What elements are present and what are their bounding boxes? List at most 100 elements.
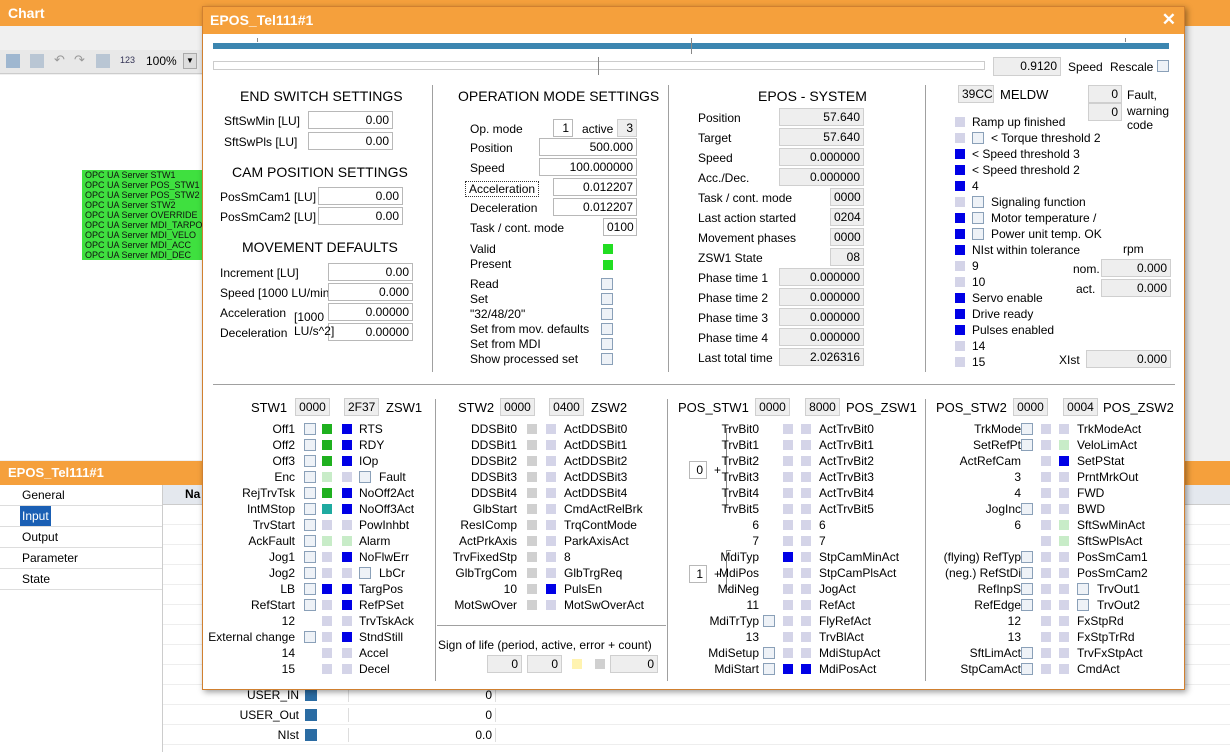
- save-icon[interactable]: [6, 54, 20, 68]
- stw1-ctl-0-checkbox[interactable]: [304, 423, 316, 435]
- nav-item-input[interactable]: Input: [0, 506, 162, 527]
- legend-entry[interactable]: OPC UA Server STW2: [82, 200, 202, 210]
- stw1-ctl-11-checkbox[interactable]: [304, 599, 316, 611]
- posstw1-ctl-mditrtyp-label: MdiTrTyp: [709, 614, 759, 628]
- posstw1-ctl-14-checkbox[interactable]: [763, 647, 775, 659]
- nav-item-state[interactable]: State: [0, 569, 162, 590]
- increment-lu-label: Increment [LU]: [220, 266, 299, 280]
- legend-entry[interactable]: OPC UA Server MDI_ACC: [82, 240, 202, 250]
- grid-row-icon[interactable]: [305, 689, 317, 701]
- acceleration-field[interactable]: 0.012207: [553, 178, 637, 196]
- posstw2-ctl-5-checkbox[interactable]: [1021, 503, 1033, 515]
- posstw2-ctl-9-checkbox[interactable]: [1021, 567, 1033, 579]
- stw1-ctl-1-checkbox[interactable]: [304, 439, 316, 451]
- epos-phase-time-4-value: 0.000000: [779, 328, 864, 346]
- meldw-bit-5-checkbox[interactable]: [972, 196, 984, 208]
- posstw2-ctl-8-checkbox[interactable]: [1021, 551, 1033, 563]
- speed-value-bar[interactable]: [213, 61, 985, 70]
- posstw2-ctl-8-indicator: [1041, 552, 1051, 562]
- acceleration-field[interactable]: 0.00000: [328, 303, 413, 321]
- stw1-ctl-3-checkbox[interactable]: [304, 471, 316, 483]
- zoom-dropdown-icon[interactable]: ▼: [183, 53, 197, 69]
- speed-1000-lu-min-field[interactable]: 0.000: [328, 283, 413, 301]
- numeric-icon[interactable]: 123: [120, 55, 135, 65]
- deceleration-field[interactable]: 0.012207: [553, 198, 637, 216]
- position-field[interactable]: 500.000: [539, 138, 637, 156]
- meldw-bit-1-checkbox[interactable]: [972, 132, 984, 144]
- increment-lu-field[interactable]: 0.00: [328, 263, 413, 281]
- posstw1-ctl-8-indicator: [783, 552, 793, 562]
- speed-field[interactable]: 100.000000: [539, 158, 637, 176]
- possmcam2-lu-field[interactable]: 0.00: [318, 207, 403, 225]
- posstw2-ctl-11-checkbox[interactable]: [1021, 599, 1033, 611]
- posstw1-ctl-15-checkbox[interactable]: [763, 663, 775, 675]
- chart-title: Chart: [8, 5, 45, 21]
- stw1-ctl-7-checkbox[interactable]: [304, 535, 316, 547]
- rescale-checkbox[interactable]: [1157, 60, 1169, 72]
- legend-entry[interactable]: OPC UA Server MDI_VELO: [82, 230, 202, 240]
- table-row[interactable]: USER_Out 0: [163, 705, 1230, 725]
- legend-entry[interactable]: OPC UA Server MDI_DEC: [82, 250, 202, 260]
- close-icon[interactable]: ✕: [1162, 10, 1176, 30]
- legend-entry[interactable]: OPC UA Server MDI_TARPOS: [82, 220, 202, 230]
- posstw2-ctl-0-checkbox[interactable]: [1021, 423, 1033, 435]
- nav-item-label: Parameter: [22, 551, 79, 565]
- grid-row-icon[interactable]: [305, 709, 317, 721]
- stw1-ctl-6-checkbox[interactable]: [304, 519, 316, 531]
- table-icon[interactable]: [96, 54, 110, 68]
- sftswpls-lu-field[interactable]: 0.00: [308, 132, 393, 150]
- nav-item-parameter[interactable]: Parameter: [0, 548, 162, 569]
- epos-phase-time-2-label: Phase time 2: [698, 291, 769, 305]
- posstw2-st-11-checkbox[interactable]: [1077, 599, 1089, 611]
- opmode-action-show-processed-set-button[interactable]: [601, 353, 613, 365]
- grid-col-name-header[interactable]: Na: [185, 487, 200, 501]
- zoom-select[interactable]: 100%: [146, 54, 177, 68]
- opmode-action-read-button[interactable]: [601, 278, 613, 290]
- posstw2-ctl-10-checkbox[interactable]: [1021, 583, 1033, 595]
- opmode-action-set-from-mdi-button[interactable]: [601, 338, 613, 350]
- opmode-action-set-button[interactable]: [601, 293, 613, 305]
- sftswmin-lu-field[interactable]: 0.00: [308, 111, 393, 129]
- posstw1-st-flyrefact-label: FlyRefAct: [819, 614, 872, 628]
- legend-entry[interactable]: OPC UA Server OVERRIDE: [82, 210, 202, 220]
- stw1-ctl-13-checkbox[interactable]: [304, 631, 316, 643]
- stw1-ctl-5-checkbox[interactable]: [304, 503, 316, 515]
- posstw1-ctl-6-indicator: [783, 520, 793, 530]
- legend-entry[interactable]: OPC UA Server STW1: [82, 170, 202, 180]
- possmcam2-lu-label: PosSmCam2 [LU]: [220, 210, 317, 224]
- stw1-ctl-9-checkbox[interactable]: [304, 567, 316, 579]
- posstw2-ctl-15-checkbox[interactable]: [1021, 663, 1033, 675]
- stw1-st-9-indicator: [342, 568, 352, 578]
- table-row[interactable]: NIst 0.0: [163, 725, 1230, 745]
- epos-phase-time-4-label: Phase time 4: [698, 331, 769, 345]
- posstw2-ctl-14-checkbox[interactable]: [1021, 647, 1033, 659]
- possmcam1-lu-field[interactable]: 0.00: [318, 187, 403, 205]
- stw1-st-9-checkbox[interactable]: [359, 567, 371, 579]
- posstw2-st-15-indicator: [1059, 664, 1069, 674]
- nav-item-output[interactable]: Output: [0, 527, 162, 548]
- redo-icon[interactable]: ↷: [74, 52, 85, 68]
- stw1-ctl-2-checkbox[interactable]: [304, 455, 316, 467]
- epos-movement-phases-label: Movement phases: [698, 231, 797, 245]
- print-icon[interactable]: [30, 54, 44, 68]
- meldw-bit-7-checkbox[interactable]: [972, 228, 984, 240]
- legend-entry[interactable]: OPC UA Server POS_STW2: [82, 190, 202, 200]
- stw1-ctl-8-checkbox[interactable]: [304, 551, 316, 563]
- legend-entry[interactable]: OPC UA Server POS_STW1: [82, 180, 202, 190]
- posstw2-st-10-checkbox[interactable]: [1077, 583, 1089, 595]
- opmode-action-set-from-mov-defaults-button[interactable]: [601, 323, 613, 335]
- nav-item-general[interactable]: General: [0, 485, 162, 506]
- deceleration-field[interactable]: 0.00000: [328, 323, 413, 341]
- posstw2-ctl-1-checkbox[interactable]: [1021, 439, 1033, 451]
- stw2-st-2-indicator: [546, 456, 556, 466]
- stw1-ctl-10-checkbox[interactable]: [304, 583, 316, 595]
- meldw-bit-6-checkbox[interactable]: [972, 212, 984, 224]
- undo-icon[interactable]: ↶: [54, 52, 65, 68]
- grid-row-icon[interactable]: [305, 729, 317, 741]
- task-cont-mode-field[interactable]: 0100: [603, 218, 637, 236]
- stw1-st-3-checkbox[interactable]: [359, 471, 371, 483]
- stw1-ctl-4-checkbox[interactable]: [304, 487, 316, 499]
- opmode-action-32-48-20-button[interactable]: [601, 308, 613, 320]
- op-mode-field[interactable]: 1: [553, 119, 573, 137]
- posstw1-ctl-12-checkbox[interactable]: [763, 615, 775, 627]
